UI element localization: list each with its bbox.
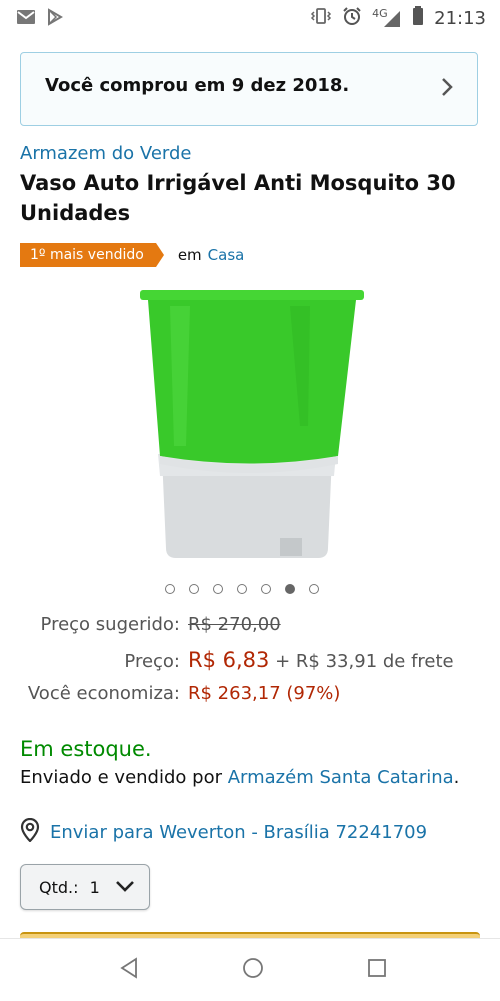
savings-row: Você economiza: R$ 263,17 (97%): [0, 683, 500, 709]
purchase-history-notice[interactable]: Você comprou em 9 dez 2018.: [20, 52, 478, 126]
delivery-address-text: Enviar para Weverton - Brasília 72241709: [50, 821, 428, 843]
system-navigation-bar: [0, 938, 500, 1001]
savings-value: R$ 263,17 (97%): [188, 683, 341, 704]
price-value: R$ 6,83: [188, 648, 270, 672]
sold-by-prefix: Enviado e vendido por: [20, 767, 222, 788]
stock-status: Em estoque.: [20, 737, 152, 761]
delivery-address-link[interactable]: Enviar para Weverton - Brasília 72241709: [20, 817, 428, 846]
best-seller-badge[interactable]: 1º mais vendido: [20, 243, 164, 267]
savings-label: Você economiza:: [27, 683, 180, 704]
carousel-dot[interactable]: [165, 584, 175, 594]
quantity-select[interactable]: Qtd.: 1: [20, 864, 150, 910]
purchase-notice-text: Você comprou em 9 dez 2018.: [45, 75, 350, 96]
suggested-price-label: Preço sugerido:: [40, 614, 180, 635]
price-row: Preço: R$ 6,83 + R$ 33,91 de frete: [0, 648, 500, 678]
location-pin-icon: [20, 817, 40, 846]
seller-info: Enviado e vendido por Armazém Santa Cata…: [20, 767, 459, 788]
back-icon[interactable]: [118, 957, 140, 983]
signal-4g-icon: 4G: [372, 7, 402, 29]
carousel-dot[interactable]: [309, 584, 319, 594]
alarm-icon: [342, 6, 362, 31]
battery-icon: [412, 6, 424, 31]
product-image[interactable]: [130, 286, 370, 566]
quantity-value: 1: [89, 878, 100, 897]
home-icon[interactable]: [242, 957, 264, 983]
carousel-dot[interactable]: [189, 584, 199, 594]
chevron-right-icon: [439, 75, 455, 104]
carousel-dot[interactable]: [261, 584, 271, 594]
brand-link[interactable]: Armazem do Verde: [20, 143, 191, 164]
product-title: Vaso Auto Irrigável Anti Mosquito 30 Uni…: [20, 171, 456, 225]
category-link[interactable]: Casa: [208, 246, 245, 264]
recents-icon[interactable]: [366, 957, 388, 983]
clock: 21:13: [434, 8, 486, 29]
carousel-dot[interactable]: [213, 584, 223, 594]
carousel-dot-active[interactable]: [285, 584, 295, 594]
image-carousel-indicators[interactable]: [165, 584, 319, 594]
chevron-down-icon: [115, 878, 135, 898]
shipping-cost: + R$ 33,91 de frete: [275, 651, 454, 672]
vibrate-icon: [310, 7, 332, 30]
carousel-dot[interactable]: [237, 584, 247, 594]
quantity-label: Qtd.:: [39, 878, 79, 897]
seller-link[interactable]: Armazém Santa Catarina: [228, 767, 454, 788]
play-store-icon: [46, 8, 64, 30]
status-bar: 4G 21:13: [0, 0, 500, 34]
category-prefix: em: [177, 246, 202, 264]
suggested-price-row: Preço sugerido: R$ 270,00: [0, 614, 500, 640]
sold-by-suffix: .: [453, 767, 460, 788]
best-seller-row: 1º mais vendido em Casa: [20, 243, 244, 267]
gmail-icon: [16, 9, 36, 29]
suggested-price-value: R$ 270,00: [188, 614, 281, 635]
price-label: Preço:: [124, 651, 180, 672]
